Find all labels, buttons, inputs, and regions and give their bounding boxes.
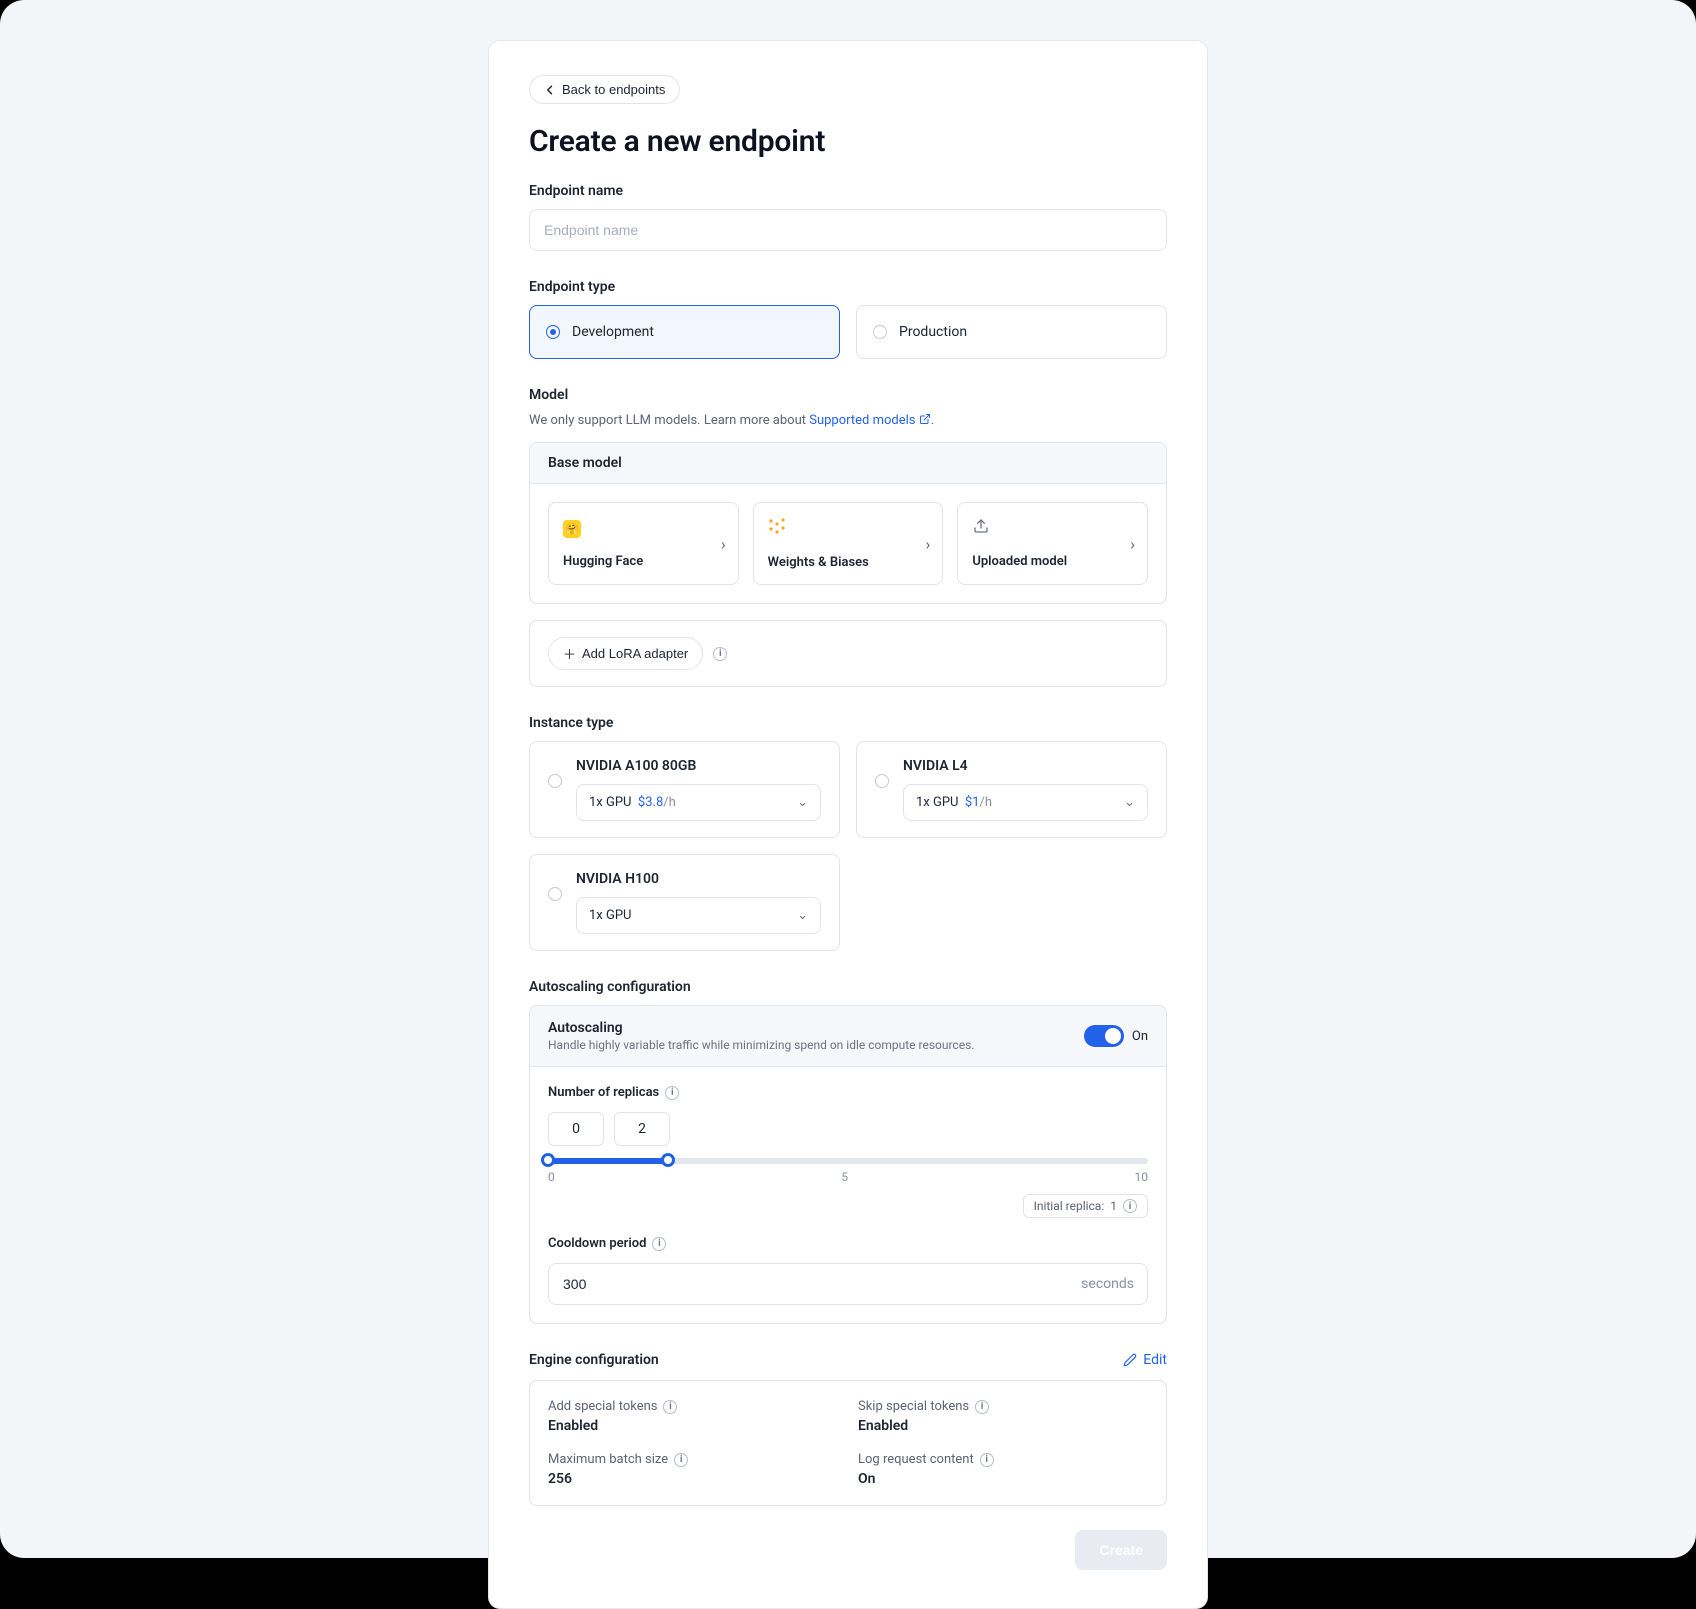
- radio-icon: [875, 774, 889, 788]
- instance-card-h100[interactable]: NVIDIA H100 1x GPU ⌄: [529, 854, 840, 951]
- chevron-down-icon: ⌄: [797, 908, 808, 923]
- engine-config-box: Add special tokensi Enabled Skip special…: [529, 1380, 1167, 1506]
- instance-name: NVIDIA A100 80GB: [576, 758, 821, 774]
- radio-icon: [546, 325, 560, 339]
- model-source-weights-biases[interactable]: Weights & Biases ›: [753, 502, 944, 585]
- replicas-label: Number of replicas: [548, 1085, 659, 1100]
- autoscaling-toggle[interactable]: [1084, 1025, 1124, 1047]
- autoscaling-title: Autoscaling: [548, 1020, 974, 1036]
- instance-name: NVIDIA L4: [903, 758, 1148, 774]
- engine-edit-button[interactable]: Edit: [1123, 1352, 1167, 1368]
- engine-item: Log request contenti On: [858, 1452, 1148, 1487]
- engine-value: 256: [548, 1471, 838, 1487]
- engine-item: Skip special tokensi Enabled: [858, 1399, 1148, 1434]
- model-label: Model: [529, 387, 1167, 403]
- back-label: Back to endpoints: [562, 82, 665, 97]
- replicas-min-input[interactable]: 0: [548, 1112, 604, 1146]
- radio-icon: [548, 774, 562, 788]
- slider-knob-min[interactable]: [541, 1153, 555, 1167]
- engine-value: Enabled: [548, 1418, 838, 1434]
- wandb-icon: [768, 517, 786, 535]
- model-source-label: Uploaded model: [972, 554, 1133, 569]
- slider-tick: 5: [841, 1170, 848, 1184]
- endpoint-type-option-label: Development: [572, 324, 654, 340]
- autoscaling-subtitle: Handle highly variable traffic while min…: [548, 1038, 974, 1052]
- instance-card-a100[interactable]: NVIDIA A100 80GB 1x GPU $3.8/h ⌄: [529, 741, 840, 838]
- model-source-label: Weights & Biases: [768, 555, 929, 570]
- create-button[interactable]: Create: [1075, 1530, 1167, 1570]
- replicas-slider[interactable]: [548, 1158, 1148, 1164]
- model-source-hugging-face[interactable]: 🤗 Hugging Face ›: [548, 502, 739, 585]
- add-lora-adapter-button[interactable]: ＋ Add LoRA adapter: [548, 637, 703, 670]
- upload-icon: [972, 517, 990, 535]
- chevron-down-icon: ⌄: [797, 795, 808, 810]
- slider-knob-max[interactable]: [661, 1153, 675, 1167]
- lora-adapter-box: ＋ Add LoRA adapter i: [529, 620, 1167, 687]
- arrow-right-icon: ›: [1130, 534, 1135, 553]
- info-icon[interactable]: i: [713, 647, 727, 661]
- instance-gpu-select[interactable]: 1x GPU $1/h ⌄: [903, 784, 1148, 821]
- endpoint-type-label: Endpoint type: [529, 279, 1167, 295]
- external-link-icon: [919, 413, 931, 425]
- chevron-down-icon: ⌄: [1124, 795, 1135, 810]
- engine-section-label: Engine configuration: [529, 1352, 659, 1368]
- create-endpoint-panel: Back to endpoints Create a new endpoint …: [488, 40, 1208, 1609]
- endpoint-name-label: Endpoint name: [529, 183, 1167, 199]
- radio-icon: [873, 325, 887, 339]
- model-hint: We only support LLM models. Learn more a…: [529, 413, 1167, 428]
- edit-label: Edit: [1143, 1352, 1167, 1368]
- engine-value: Enabled: [858, 1418, 1148, 1434]
- model-source-uploaded[interactable]: Uploaded model ›: [957, 502, 1148, 585]
- cooldown-unit: seconds: [1081, 1276, 1134, 1292]
- info-icon[interactable]: i: [674, 1453, 688, 1467]
- info-icon[interactable]: i: [665, 1086, 679, 1100]
- replicas-max-input[interactable]: 2: [614, 1112, 670, 1146]
- huggingface-icon: 🤗: [563, 520, 581, 538]
- plus-icon: ＋: [563, 644, 576, 663]
- endpoint-type-option-label: Production: [899, 324, 967, 340]
- back-to-endpoints-button[interactable]: Back to endpoints: [529, 75, 680, 104]
- instance-gpu-select[interactable]: 1x GPU $3.8/h ⌄: [576, 784, 821, 821]
- endpoint-type-production[interactable]: Production: [856, 305, 1167, 359]
- arrow-left-icon: [544, 84, 556, 96]
- instance-type-label: Instance type: [529, 715, 1167, 731]
- add-lora-label: Add LoRA adapter: [582, 646, 688, 661]
- info-icon[interactable]: i: [975, 1400, 989, 1414]
- info-icon[interactable]: i: [663, 1400, 677, 1414]
- info-icon[interactable]: i: [980, 1453, 994, 1467]
- engine-value: On: [858, 1471, 1148, 1487]
- cooldown-input[interactable]: [548, 1263, 1148, 1305]
- slider-tick: 0: [548, 1170, 555, 1184]
- autoscaling-box: Autoscaling Handle highly variable traff…: [529, 1005, 1167, 1324]
- model-source-label: Hugging Face: [563, 554, 724, 569]
- radio-icon: [548, 887, 562, 901]
- engine-item: Add special tokensi Enabled: [548, 1399, 838, 1434]
- instance-gpu-select[interactable]: 1x GPU ⌄: [576, 897, 821, 934]
- autoscaling-section-label: Autoscaling configuration: [529, 979, 1167, 995]
- endpoint-name-input[interactable]: [529, 209, 1167, 251]
- info-icon[interactable]: i: [652, 1237, 666, 1251]
- instance-card-l4[interactable]: NVIDIA L4 1x GPU $1/h ⌄: [856, 741, 1167, 838]
- arrow-right-icon: ›: [721, 534, 726, 553]
- engine-item: Maximum batch sizei 256: [548, 1452, 838, 1487]
- instance-name: NVIDIA H100: [576, 871, 821, 887]
- arrow-right-icon: ›: [926, 534, 931, 553]
- page-title: Create a new endpoint: [529, 124, 1167, 159]
- initial-replica-badge: Initial replica: 1 i: [1023, 1194, 1148, 1218]
- toggle-label: On: [1132, 1029, 1148, 1044]
- slider-tick: 10: [1135, 1170, 1149, 1184]
- info-icon[interactable]: i: [1123, 1199, 1137, 1213]
- pencil-icon: [1123, 1353, 1137, 1367]
- cooldown-label: Cooldown period: [548, 1236, 646, 1251]
- endpoint-type-development[interactable]: Development: [529, 305, 840, 359]
- base-model-header: Base model: [530, 443, 1166, 484]
- base-model-box: Base model 🤗 Hugging Face › Weights & Bi…: [529, 442, 1167, 604]
- supported-models-link[interactable]: Supported models: [809, 413, 930, 428]
